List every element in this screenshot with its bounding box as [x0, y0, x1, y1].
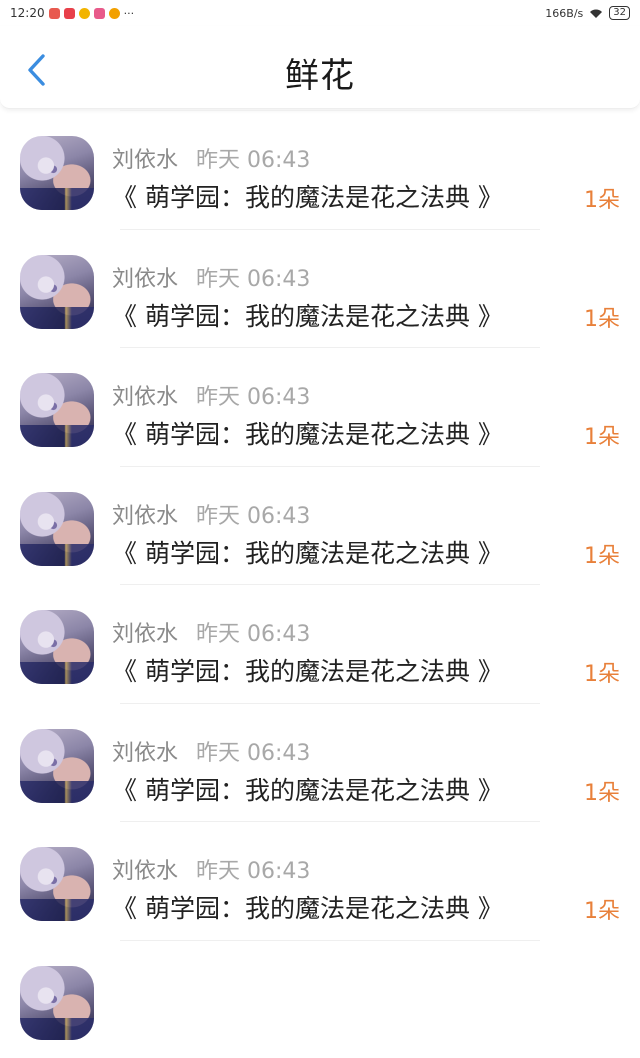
timestamp: 昨天 06:43 — [196, 261, 310, 293]
user-name[interactable]: 刘依水 — [112, 853, 178, 885]
notification-icon — [49, 8, 60, 19]
item-meta: 刘依水 昨天 06:43 — [112, 142, 310, 174]
user-name[interactable]: 刘依水 — [112, 379, 178, 411]
item-meta: 刘依水 昨天 06:43 — [112, 735, 310, 767]
list-item[interactable]: 刘依水 昨天 06:43 《 萌学园：我的魔法是花之法典 》 1朵 — [0, 821, 640, 940]
network-speed: 166B/s — [545, 7, 583, 20]
divider — [120, 466, 540, 467]
avatar[interactable] — [20, 610, 94, 684]
status-bar-left: 12:20 ··· — [10, 6, 134, 20]
notification-icon — [64, 8, 75, 19]
flower-count: 1朵 — [584, 182, 620, 214]
user-name[interactable]: 刘依水 — [112, 498, 178, 530]
flower-count: 1朵 — [584, 301, 620, 333]
app-header: 鲜花 — [0, 26, 640, 109]
timestamp: 昨天 06:43 — [196, 142, 310, 174]
list-item[interactable] — [0, 940, 640, 1058]
list-item[interactable]: 刘依水 昨天 06:43 《 萌学园：我的魔法是花之法典 》 1朵 — [0, 110, 640, 229]
book-title[interactable]: 《 萌学园：我的魔法是花之法典 》 — [112, 415, 503, 451]
list-item[interactable]: 刘依水 昨天 06:43 《 萌学园：我的魔法是花之法典 》 1朵 — [0, 229, 640, 348]
item-meta: 刘依水 昨天 06:43 — [112, 498, 310, 530]
user-name[interactable]: 刘依水 — [112, 142, 178, 174]
divider — [120, 110, 540, 111]
page-title: 鲜花 — [0, 48, 640, 97]
list-item[interactable]: 刘依水 昨天 06:43 《 萌学园：我的魔法是花之法典 》 1朵 — [0, 466, 640, 585]
book-title[interactable]: 《 萌学园：我的魔法是花之法典 》 — [112, 652, 503, 688]
timestamp: 昨天 06:43 — [196, 379, 310, 411]
divider — [120, 347, 540, 348]
list-item[interactable]: 刘依水 昨天 06:43 《 萌学园：我的魔法是花之法典 》 1朵 — [0, 347, 640, 466]
user-name[interactable]: 刘依水 — [112, 261, 178, 293]
timestamp: 昨天 06:43 — [196, 735, 310, 767]
divider — [120, 821, 540, 822]
status-bar: 12:20 ··· 166B/s 32 — [0, 0, 640, 26]
notification-icon — [94, 8, 105, 19]
user-name[interactable]: 刘依水 — [112, 616, 178, 648]
book-title[interactable]: 《 萌学园：我的魔法是花之法典 》 — [112, 534, 503, 570]
book-title[interactable]: 《 萌学园：我的魔法是花之法典 》 — [112, 178, 503, 214]
item-meta: 刘依水 昨天 06:43 — [112, 379, 310, 411]
timestamp: 昨天 06:43 — [196, 616, 310, 648]
item-meta: 刘依水 昨天 06:43 — [112, 616, 310, 648]
divider — [120, 940, 540, 941]
item-meta: 刘依水 昨天 06:43 — [112, 853, 310, 885]
list-item[interactable]: 刘依水 昨天 06:43 《 萌学园：我的魔法是花之法典 》 1朵 — [0, 584, 640, 703]
notification-icon — [79, 8, 90, 19]
flower-count: 1朵 — [584, 419, 620, 451]
clock: 12:20 — [10, 6, 45, 20]
timestamp: 昨天 06:43 — [196, 853, 310, 885]
book-title[interactable]: 《 萌学园：我的魔法是花之法典 》 — [112, 889, 503, 925]
book-title[interactable]: 《 萌学园：我的魔法是花之法典 》 — [112, 297, 503, 333]
more-notifications: ··· — [124, 7, 135, 20]
item-meta: 刘依水 昨天 06:43 — [112, 261, 310, 293]
avatar[interactable] — [20, 729, 94, 803]
avatar[interactable] — [20, 255, 94, 329]
book-title[interactable]: 《 萌学园：我的魔法是花之法典 》 — [112, 771, 503, 807]
list-item[interactable]: 刘依水 昨天 06:43 《 萌学园：我的魔法是花之法典 》 1朵 — [0, 703, 640, 822]
status-bar-right: 166B/s 32 — [545, 6, 630, 20]
avatar[interactable] — [20, 373, 94, 447]
avatar[interactable] — [20, 492, 94, 566]
flower-count: 1朵 — [584, 893, 620, 925]
flower-count: 1朵 — [584, 656, 620, 688]
divider — [120, 584, 540, 585]
battery-icon: 32 — [609, 6, 630, 20]
timestamp: 昨天 06:43 — [196, 498, 310, 530]
flower-count: 1朵 — [584, 775, 620, 807]
flower-list: 刘依水 昨天 06:43 《 萌学园：我的魔法是花之法典 》 1朵 刘依水 昨天… — [0, 110, 640, 1058]
avatar[interactable] — [20, 966, 94, 1040]
divider — [120, 703, 540, 704]
user-name[interactable]: 刘依水 — [112, 735, 178, 767]
avatar[interactable] — [20, 847, 94, 921]
divider — [120, 229, 540, 230]
flower-count: 1朵 — [584, 538, 620, 570]
wifi-icon — [589, 8, 603, 19]
notification-icon — [109, 8, 120, 19]
avatar[interactable] — [20, 136, 94, 210]
